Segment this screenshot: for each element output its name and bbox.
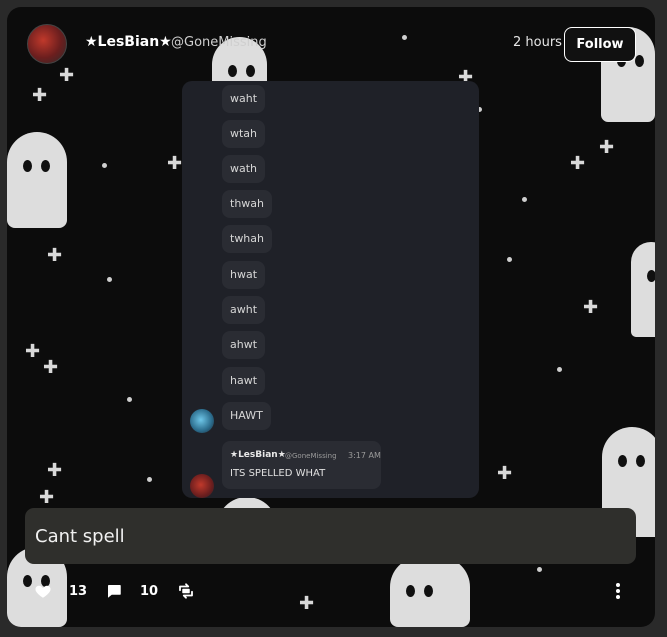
chat-reply: ★LesBian★ @GoneMissing 3:17 AM ITS SPELL…: [222, 441, 381, 489]
heart-icon[interactable]: [34, 582, 52, 600]
chat-message: HAWT: [222, 402, 271, 430]
reply-text: ITS SPELLED WHAT: [230, 468, 326, 479]
comment-count: 10: [140, 584, 159, 599]
post-image[interactable]: waht wtah wath thwah twhah hwat awht ahw…: [182, 81, 479, 498]
comment-icon[interactable]: [105, 582, 123, 600]
author-handle[interactable]: @GoneMissing: [171, 35, 267, 50]
reply-time: 3:17 AM: [348, 451, 381, 460]
chat-message: ahwt: [222, 331, 266, 359]
post-timestamp: 2 hours: [513, 35, 562, 50]
reply-username: ★LesBian★: [230, 450, 286, 460]
chat-avatar: [190, 474, 214, 498]
post-card: ✚ ✚ ✚ ✚ ✚ ✚ ✚ ✚ ✚ ✚ ✚ ✚ ✚ ✚ ★LesBian★ @G…: [7, 7, 655, 627]
post-actions: 13 10: [7, 577, 655, 607]
reblog-icon[interactable]: [177, 582, 195, 600]
chat-message: twhah: [222, 225, 272, 253]
follow-button[interactable]: Follow: [564, 27, 636, 62]
chat-message: wath: [222, 155, 266, 183]
chat-message: thwah: [222, 190, 272, 218]
post-caption: Cant spell: [25, 508, 636, 564]
more-icon[interactable]: [615, 582, 621, 600]
chat-message: waht: [222, 85, 266, 113]
chat-message: hawt: [222, 367, 266, 395]
chat-message: hwat: [222, 261, 266, 289]
like-count: 13: [69, 584, 88, 599]
chat-message: wtah: [222, 120, 266, 148]
author-username[interactable]: ★LesBian★: [85, 34, 172, 50]
chat-message: awht: [222, 296, 266, 324]
reply-handle: @GoneMissing: [285, 452, 337, 460]
author-avatar[interactable]: [27, 24, 67, 64]
chat-avatar: [190, 409, 214, 433]
